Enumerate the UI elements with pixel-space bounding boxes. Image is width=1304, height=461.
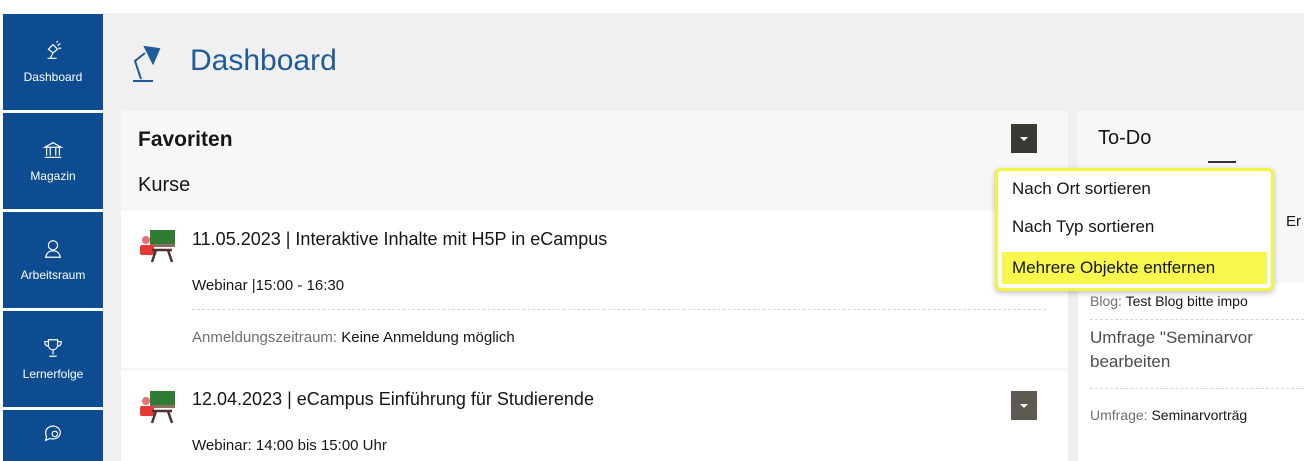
property-key: Anmeldungszeitraum: — [192, 329, 338, 346]
favorites-panel: Favoriten Kurse 11.05.2023 | Interaktive… — [121, 111, 1068, 461]
property-value: Test Blog bitte impo — [1125, 293, 1248, 309]
todo-item-title[interactable]: Umfrage "Seminarvor bearbeiten — [1090, 326, 1304, 374]
property-key: Umfrage: — [1090, 407, 1148, 423]
mainbar-item-arbeitsraum[interactable]: Arbeitsraum — [3, 212, 103, 308]
todo-fragment-text: Er — [1286, 213, 1301, 230]
webinar-icon — [140, 230, 175, 263]
divider — [1090, 388, 1304, 389]
bank-icon — [42, 141, 64, 158]
todo-title: To-Do — [1098, 127, 1152, 149]
desk-lamp-icon — [133, 45, 161, 82]
item-description: Webinar: 14:00 bis 15:00 Uhr — [192, 437, 387, 454]
favorites-title: Favoriten — [138, 128, 233, 151]
menu-item-remove-multiple[interactable]: Mehrere Objekte entfernen — [1002, 252, 1267, 284]
menu-item-sort-by-type[interactable]: Nach Typ sortieren — [1012, 217, 1154, 237]
mainbar-label-arbeitsraum: Arbeitsraum — [20, 268, 86, 282]
mainbar-item-communication[interactable] — [3, 410, 103, 461]
favorites-actions-toggle[interactable] — [1011, 124, 1037, 153]
mainbar-label-lernerfolge: Lernerfolge — [22, 367, 84, 381]
favorites-dropdown-menu: Nach Ort sortieren Nach Typ sortieren Me… — [995, 168, 1274, 291]
todo-property: Blog: Test Blog bitte impo — [1090, 293, 1248, 309]
trophy-icon — [44, 339, 62, 357]
mainbar-label-magazin: Magazin — [30, 169, 76, 183]
favorites-section-title: Kurse — [138, 174, 191, 196]
todo-property: Umfrage: Seminarvorträg — [1090, 407, 1247, 423]
divider — [192, 309, 1046, 310]
divider — [1090, 319, 1304, 320]
list-item[interactable]: 12.04.2023 | eCampus Einführung für Stud… — [121, 371, 1068, 461]
todo-list: Blog: Test Blog bitte impo Umfrage "Semi… — [1078, 283, 1304, 461]
item-actions-toggle[interactable] — [1011, 391, 1037, 420]
item-title[interactable]: 12.04.2023 | eCampus Einführung für Stud… — [192, 389, 594, 410]
item-title[interactable]: 11.05.2023 | Interaktive Inhalte mit H5P… — [192, 229, 607, 250]
mainbar-item-magazin[interactable]: Magazin — [3, 113, 103, 209]
property-value: Keine Anmeldung möglich — [341, 329, 515, 346]
main-bar: Dashboard Magazin Arbeitsraum Lernerfolg… — [0, 0, 103, 461]
divider — [1208, 161, 1236, 163]
page-title: Dashboard — [190, 44, 337, 77]
mainbar-item-lernerfolge[interactable]: Lernerfolge — [3, 311, 103, 407]
dashboard-icon — [47, 40, 62, 59]
menu-item-sort-by-location[interactable]: Nach Ort sortieren — [1012, 179, 1151, 199]
webinar-icon — [140, 391, 175, 424]
mainbar-label-dashboard: Dashboard — [23, 70, 83, 84]
property-value: Seminarvorträg — [1151, 407, 1248, 423]
chat-icon — [44, 425, 61, 442]
list-item[interactable]: 11.05.2023 | Interaktive Inhalte mit H5P… — [121, 211, 1068, 368]
item-property: Anmeldungszeitraum: Keine Anmeldung mögl… — [192, 329, 515, 346]
item-description: Webinar |15:00 - 16:30 — [192, 277, 345, 294]
page-header: Dashboard — [103, 13, 1304, 110]
mainbar-item-dashboard[interactable]: Dashboard — [3, 14, 103, 110]
property-key: Blog: — [1090, 293, 1122, 309]
user-icon — [44, 240, 62, 258]
